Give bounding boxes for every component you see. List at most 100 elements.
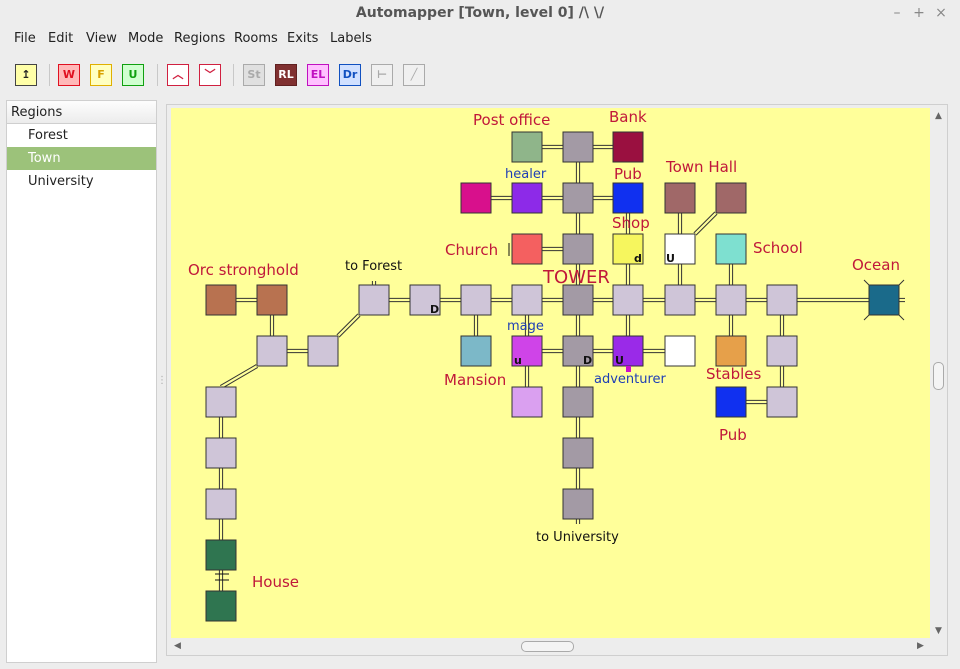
room-th2[interactable] [715, 182, 747, 214]
maximize-icon[interactable]: + [910, 4, 928, 22]
exit-line [695, 213, 718, 236]
room-r3[interactable] [511, 284, 543, 316]
scroll-left-icon[interactable]: ◀ [174, 641, 181, 651]
toolbar-separator [233, 64, 234, 86]
label-town-hall: Town Hall [666, 158, 738, 176]
room-c1[interactable] [205, 386, 237, 418]
vertical-scroll-thumb[interactable] [933, 362, 944, 390]
room-to7[interactable] [562, 437, 594, 469]
label-orc-stronghold: Orc stronghold [188, 261, 299, 279]
room-tu[interactable] [562, 488, 594, 520]
room-man[interactable] [460, 335, 492, 367]
room-tf[interactable] [358, 284, 390, 316]
room-c3[interactable] [205, 488, 237, 520]
menu-rooms[interactable]: Rooms [234, 28, 278, 50]
window-title: Automapper [Town, level 0] /\ \/ [355, 5, 605, 21]
room-to6[interactable] [562, 386, 594, 418]
room-stb[interactable] [715, 335, 747, 367]
label-ocean: Ocean [852, 256, 900, 274]
menu-edit[interactable]: Edit [48, 28, 73, 50]
room-th1[interactable] [664, 182, 696, 214]
room-h1[interactable] [205, 539, 237, 571]
close-icon[interactable]: × [932, 4, 950, 22]
room-h2[interactable] [205, 590, 237, 622]
room-l1[interactable] [256, 335, 288, 367]
room-c2[interactable] [205, 437, 237, 469]
scroll-right-icon[interactable]: ▶ [917, 641, 924, 651]
ocean-corner-mark [898, 314, 905, 321]
room-wh2[interactable] [664, 335, 696, 367]
scroll-down-icon[interactable]: ▼ [935, 626, 942, 636]
tool-w-button[interactable]: W [58, 64, 80, 86]
label-pub-north: Pub [614, 165, 642, 183]
label-mage: mage [507, 319, 544, 334]
tool-down-button[interactable]: ﹀ [199, 64, 221, 86]
horizontal-scroll-thumb[interactable] [521, 641, 574, 652]
tool-pin-button[interactable]: ⊢ [371, 64, 393, 86]
exit-mark-down: D [583, 354, 593, 367]
room-to1[interactable] [562, 131, 594, 163]
room-pubs[interactable] [715, 386, 747, 418]
label-to-forest: to Forest [345, 259, 403, 274]
tool-u-button[interactable]: U [122, 64, 144, 86]
room-mag[interactable] [460, 182, 492, 214]
menu-file[interactable]: File [14, 28, 36, 50]
room-r9[interactable] [766, 386, 798, 418]
menu-mode[interactable]: Mode [128, 28, 163, 50]
room-ocean[interactable] [868, 284, 900, 316]
ocean-corner-mark [863, 279, 870, 286]
exit-mark-up: u [514, 354, 522, 367]
room-r6[interactable] [715, 284, 747, 316]
room-orc1[interactable] [205, 284, 237, 316]
room-to4[interactable] [562, 284, 594, 316]
room-to2[interactable] [562, 182, 594, 214]
label-shop: Shop [612, 214, 650, 232]
menu-view[interactable]: View [86, 28, 117, 50]
automapper-window: Automapper [Town, level 0] /\ \/ – + × F… [0, 0, 960, 669]
toolbar-separator [49, 64, 50, 86]
room-r7[interactable] [766, 284, 798, 316]
tool-f-button[interactable]: F [90, 64, 112, 86]
tool-dr-button[interactable]: Dr [339, 64, 361, 86]
region-item-university[interactable]: University [7, 170, 156, 193]
room-r5[interactable] [664, 284, 696, 316]
room-r2[interactable] [460, 284, 492, 316]
menu-labels[interactable]: Labels [330, 28, 372, 50]
tool-st-button[interactable]: St [243, 64, 265, 86]
label-post-office: Post office [473, 111, 551, 129]
menu-regions[interactable]: Regions [174, 28, 225, 50]
exit-line [221, 366, 259, 389]
room-orc2[interactable] [256, 284, 288, 316]
tool-rl-button[interactable]: RL [275, 64, 297, 86]
exit-line [338, 315, 361, 338]
room-pubn[interactable] [612, 182, 644, 214]
region-item-town[interactable]: Town [7, 147, 156, 170]
label-stables: Stables [706, 365, 762, 383]
room-l2[interactable] [307, 335, 339, 367]
toolbar-separator [157, 64, 158, 86]
tool-anchor-button[interactable]: ↥ [15, 64, 37, 86]
room-lil[interactable] [511, 386, 543, 418]
scroll-up-icon[interactable]: ▲ [935, 111, 942, 121]
tool-el-button[interactable]: EL [307, 64, 329, 86]
region-item-forest[interactable]: Forest [7, 124, 156, 147]
minimize-icon[interactable]: – [888, 4, 906, 22]
room-r8[interactable] [766, 335, 798, 367]
room-sch[interactable] [715, 233, 747, 265]
menu-exits[interactable]: Exits [287, 28, 318, 50]
room-ch[interactable] [511, 233, 543, 265]
exit-mark-down: D [430, 303, 440, 316]
room-vio[interactable] [511, 182, 543, 214]
map-graph [205, 131, 905, 622]
label-healer: healer [505, 167, 547, 182]
menu-bar: File Edit View Mode Regions Rooms Exits … [0, 28, 960, 50]
label-pub-south: Pub [719, 426, 747, 444]
ocean-corner-mark [863, 314, 870, 321]
tool-up-button[interactable]: ︿ [167, 64, 189, 86]
room-r4[interactable] [612, 284, 644, 316]
room-bank[interactable] [612, 131, 644, 163]
map-canvas[interactable]: Post office Bank healer Pub Town Hall Sh… [171, 108, 930, 638]
room-to3[interactable] [562, 233, 594, 265]
room-po[interactable] [511, 131, 543, 163]
tool-line-button[interactable]: ╱ [403, 64, 425, 86]
